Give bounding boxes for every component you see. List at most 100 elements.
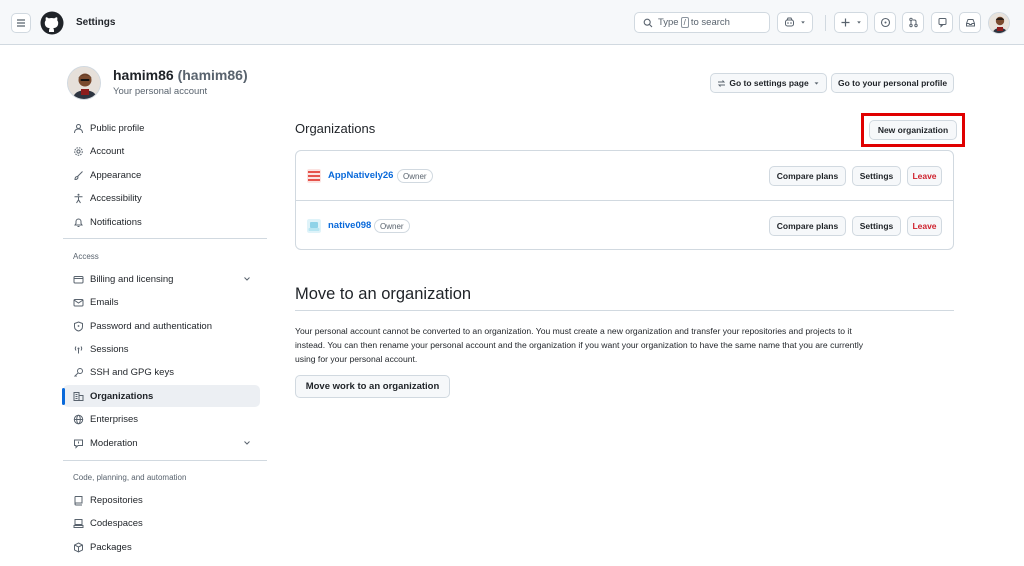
sidebar-heading-access: Access — [73, 252, 99, 261]
highlight-box — [861, 113, 965, 147]
discussion-icon — [938, 18, 946, 28]
move-heading: Move to an organization — [295, 285, 472, 303]
menu-button[interactable] — [11, 13, 31, 33]
sidebar-item-label: Notifications — [90, 216, 142, 228]
sidebar-item-label: Moderation — [90, 437, 138, 449]
sidebar-item-notifications[interactable]: Notifications — [63, 211, 260, 233]
chevron-down-icon — [814, 81, 819, 85]
organization-avatar-icon — [307, 169, 321, 183]
copilot-icon — [784, 17, 794, 27]
go-to-settings-page-button[interactable]: Go to settings page — [710, 73, 827, 93]
sidebar-item-emails[interactable]: Emails — [63, 291, 260, 313]
plus-icon — [841, 18, 849, 27]
sidebar-item-packages[interactable]: Packages — [63, 536, 260, 558]
search-input[interactable]: Type / to search — [634, 12, 770, 33]
codespaces-icon — [73, 518, 84, 528]
compare-plans-button[interactable]: Compare plans — [769, 216, 846, 236]
person-icon — [74, 123, 83, 133]
go-to-personal-profile-button[interactable]: Go to your personal profile — [831, 73, 954, 93]
organization-name-link[interactable]: native098 — [328, 220, 371, 231]
sidebar-heading-code: Code, planning, and automation — [73, 473, 187, 482]
report-icon — [74, 439, 83, 449]
arrow-switch-icon — [718, 79, 726, 87]
profile-subtitle: Your personal account — [113, 86, 208, 97]
sidebar-divider — [63, 460, 267, 461]
move-description-line: instead. You can then rename your person… — [295, 340, 864, 350]
create-new-button[interactable] — [834, 12, 868, 33]
sidebar-item-label: Packages — [90, 541, 132, 553]
list-item: native098 Owner Compare plans Settings L… — [296, 201, 953, 250]
sidebar-item-account[interactable]: Account — [63, 140, 260, 162]
gear-icon — [74, 146, 83, 156]
sidebar-item-label: Billing and licensing — [90, 273, 174, 285]
list-item: AppNatively26 Owner Compare plans Settin… — [296, 151, 953, 200]
sidebar-item-organizations[interactable]: Organizations — [63, 385, 260, 407]
user-avatar-menu[interactable] — [988, 12, 1010, 34]
search-icon — [643, 18, 653, 27]
sidebar-item-codespaces[interactable]: Codespaces — [63, 512, 260, 534]
move-description-line: using for your personal account. — [295, 354, 418, 364]
sidebar-item-password-authentication[interactable]: Password and authentication — [63, 315, 260, 337]
paintbrush-icon — [74, 170, 83, 180]
chevron-down-icon — [244, 441, 250, 445]
sidebar-item-label: Accessibility — [90, 192, 142, 204]
package-icon — [74, 541, 83, 553]
org-settings-button[interactable]: Settings — [852, 166, 901, 186]
github-logo-icon[interactable] — [40, 11, 64, 35]
profile-avatar — [67, 66, 101, 100]
profile-name[interactable]: hamim86 (hamim86) — [113, 67, 248, 83]
org-settings-button[interactable]: Settings — [852, 216, 901, 236]
move-work-button[interactable]: Move work to an organization — [295, 375, 450, 398]
inbox-button[interactable] — [959, 12, 981, 33]
section-divider — [295, 310, 954, 311]
header-title[interactable]: Settings — [76, 17, 115, 28]
chevron-down-icon — [856, 21, 861, 24]
leave-button[interactable]: Leave — [907, 166, 942, 186]
role-badge: Owner — [397, 169, 433, 183]
search-prefix: Type — [658, 17, 679, 28]
organization-name-link[interactable]: AppNatively26 — [328, 170, 393, 181]
sidebar-item-label: Public profile — [90, 122, 145, 134]
globe-icon — [73, 414, 84, 424]
profile-display-name: hamim86 — [113, 67, 174, 83]
sidebar-item-label: Appearance — [90, 169, 142, 181]
sidebar-item-ssh-gpg-keys[interactable]: SSH and GPG keys — [63, 361, 260, 383]
sidebar-item-label: Emails — [90, 296, 119, 308]
issues-button[interactable] — [874, 12, 896, 33]
issue-opened-icon — [880, 17, 890, 28]
active-indicator — [62, 388, 65, 405]
sidebar-item-enterprises[interactable]: Enterprises — [63, 408, 260, 430]
profile-login: (hamim86) — [177, 67, 248, 83]
sidebar-item-accessibility[interactable]: Accessibility — [63, 187, 260, 209]
compare-plans-button[interactable]: Compare plans — [769, 166, 846, 186]
search-suffix: to search — [690, 17, 730, 28]
bell-icon — [74, 218, 83, 227]
sidebar-item-label: Sessions — [90, 343, 129, 355]
sidebar-item-moderation[interactable]: Moderation — [63, 432, 260, 454]
repo-icon — [74, 495, 83, 505]
leave-button[interactable]: Leave — [907, 216, 942, 236]
sidebar-item-repositories[interactable]: Repositories — [63, 489, 260, 511]
chevron-down-icon — [244, 277, 250, 281]
sidebar-item-label: SSH and GPG keys — [90, 366, 174, 378]
sidebar-item-public-profile[interactable]: Public profile — [63, 117, 260, 139]
sidebar-item-sessions[interactable]: Sessions — [63, 338, 260, 360]
organizations-list: AppNatively26 Owner Compare plans Settin… — [295, 150, 954, 250]
sidebar-item-label: Account — [90, 145, 125, 157]
chevron-down-icon — [800, 21, 805, 24]
search-shortcut-key: / — [680, 17, 689, 28]
hamburger-icon — [17, 19, 25, 27]
broadcast-icon — [74, 345, 83, 353]
sidebar-item-billing[interactable]: Billing and licensing — [63, 268, 260, 290]
role-badge: Owner — [374, 219, 410, 233]
accessibility-icon — [74, 193, 83, 203]
move-description: Your personal account cannot be converte… — [295, 324, 960, 366]
sidebar-item-label: Enterprises — [90, 413, 139, 425]
git-pull-request-icon — [908, 17, 918, 28]
pull-requests-button[interactable] — [902, 12, 924, 33]
sidebar-item-appearance[interactable]: Appearance — [63, 164, 260, 186]
discussions-button[interactable] — [931, 12, 953, 33]
sidebar-item-label: Repositories — [90, 494, 143, 506]
copilot-button[interactable] — [777, 12, 813, 33]
sidebar-item-label: Codespaces — [90, 517, 143, 529]
